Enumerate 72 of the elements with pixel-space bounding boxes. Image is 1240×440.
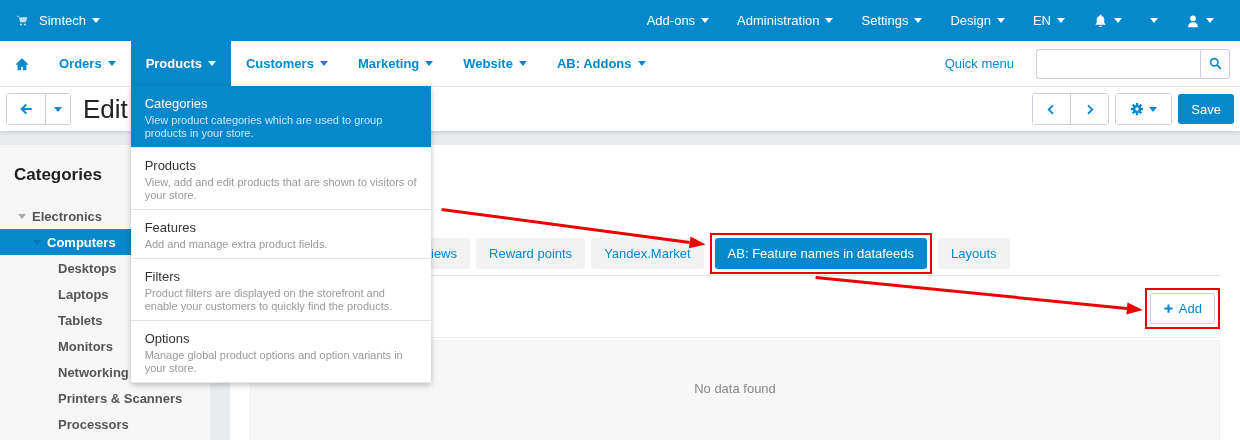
dropdown-toggle[interactable] <box>45 94 70 124</box>
top-menu[interactable]: Add-ons <box>632 0 724 41</box>
plus-icon <box>1162 303 1174 314</box>
settings-button[interactable] <box>1116 94 1172 124</box>
back-arrow-icon <box>19 102 33 116</box>
tab[interactable]: Yandex.Market <box>591 237 704 269</box>
caret-icon <box>1057 18 1065 23</box>
caret-icon <box>91 18 100 23</box>
top-menu[interactable]: Administration <box>723 0 848 41</box>
home-icon[interactable] <box>15 56 29 71</box>
caret-icon[interactable] <box>1114 18 1122 23</box>
empty-message: No data found <box>694 381 776 398</box>
caret-icon <box>518 61 527 66</box>
save-button[interactable]: Save <box>1178 94 1234 124</box>
tab[interactable]: Reward points <box>476 237 586 269</box>
item-title: Options <box>144 331 191 346</box>
caret-icon <box>825 18 834 23</box>
sidebar-title: Categories <box>13 165 102 185</box>
cart-icon <box>16 14 29 27</box>
dropdown-item[interactable]: Products View, add and edit products that are shown to visitors of your store. <box>130 148 431 210</box>
category-item[interactable]: Printers & Scanners <box>0 385 210 411</box>
tab[interactable]: AB: Feature names in datafeeds <box>714 237 928 269</box>
page-title: Edit <box>83 93 128 125</box>
item-description: Manage global product options and option variants in your store. <box>144 349 404 375</box>
nav-menu[interactable]: Customers <box>231 41 343 86</box>
caret-icon <box>914 18 923 23</box>
caret-icon <box>319 61 328 66</box>
bell-icon[interactable] <box>1093 13 1108 28</box>
quick-menu-link[interactable]: Quick menu <box>944 56 1014 71</box>
caret-icon <box>208 61 216 66</box>
user-icon[interactable] <box>1186 13 1200 28</box>
dropdown-item[interactable]: Categories View product categories which are used to group products in your store. <box>130 86 431 148</box>
add-button[interactable]: Add <box>1149 293 1215 324</box>
category-label: Computers <box>47 234 116 250</box>
top-menu[interactable]: Design <box>936 0 1019 41</box>
category-item[interactable]: Processors <box>0 411 210 437</box>
item-description: Product filters are displayed on the storefront and enable your customers to quickly find the products. <box>144 287 394 313</box>
category-label: Processors <box>58 416 129 432</box>
nav-menu[interactable]: Website <box>448 41 542 86</box>
dropdown-item[interactable]: Features Add and manage extra product fields. <box>130 210 431 259</box>
item-title: Filters <box>144 269 182 284</box>
nav-menu[interactable]: Orders <box>44 41 131 86</box>
item-description: View, add and edit products that are shown to visitors of your store. <box>144 176 417 202</box>
search-button[interactable] <box>1200 48 1230 79</box>
nav-menu[interactable]: AB: Addons <box>541 41 661 86</box>
caret-icon <box>425 61 434 66</box>
top-menu[interactable]: Settings <box>847 0 937 41</box>
category-label: Electronics <box>32 208 103 224</box>
caret-icon <box>107 61 116 66</box>
caret-icon <box>54 106 62 112</box>
nav-menu[interactable]: Marketing <box>342 41 449 86</box>
item-description: View product categories which are used to group products in your store. <box>144 114 384 140</box>
nav-menu[interactable]: Products <box>130 41 231 86</box>
caret-icon[interactable] <box>1150 18 1158 23</box>
search-field[interactable] <box>1036 48 1200 79</box>
category-label: Printers & Scanners <box>58 390 183 406</box>
settings-icon <box>1130 102 1145 116</box>
item-title: Products <box>144 158 197 173</box>
caret-icon <box>33 239 41 245</box>
caret-icon[interactable] <box>1206 18 1214 23</box>
item-title: Categories <box>144 96 209 111</box>
caret-icon <box>701 18 710 23</box>
dropdown-item[interactable]: Options Manage global product options and option variants in your store. <box>130 321 431 383</box>
search-icon <box>1208 57 1222 70</box>
store-menu[interactable]: Simtech <box>39 13 100 28</box>
caret-icon <box>18 213 26 219</box>
caret-icon <box>996 18 1005 23</box>
top-menu[interactable]: EN <box>1018 0 1079 41</box>
caret-icon <box>1149 106 1158 112</box>
tab[interactable]: Layouts <box>938 237 1010 269</box>
caret-icon <box>637 61 646 66</box>
dropdown-item[interactable]: Filters Product filters are displayed on the storefront and enable your customers to quickly find the products. <box>130 259 431 321</box>
